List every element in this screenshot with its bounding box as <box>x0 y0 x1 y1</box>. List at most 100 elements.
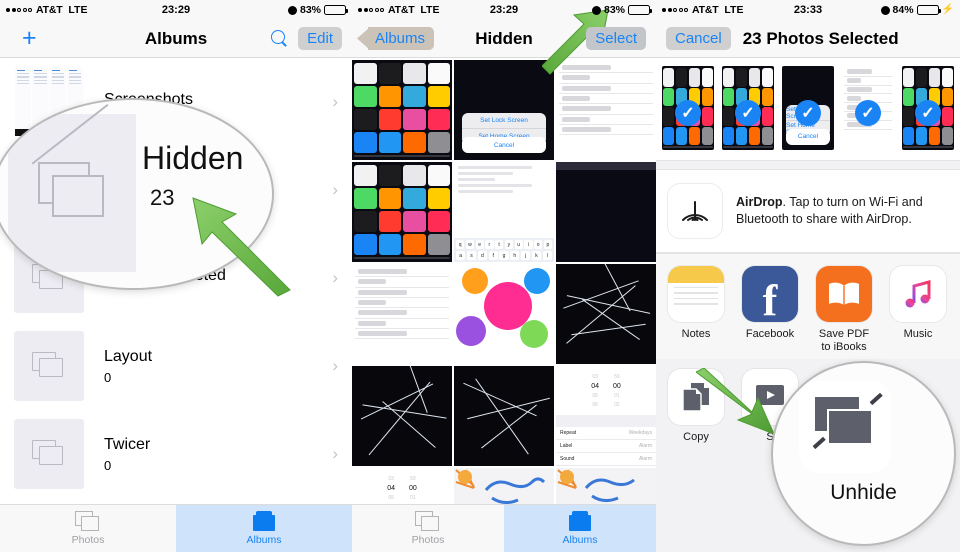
photos-icon <box>415 511 441 532</box>
status-bar-2: AT&T LTE 23:29 83% <box>352 0 656 20</box>
nav-right-group-2: Select <box>586 27 646 50</box>
share-app-notes[interactable]: Notes <box>666 266 726 353</box>
check-icon: ✓ <box>915 100 941 127</box>
check-icon: ✓ <box>795 100 821 127</box>
dark-wallpaper-shot <box>556 162 656 262</box>
photo-thumbnail[interactable]: qwertyuiop asdfghjkl <box>454 162 554 262</box>
share-app-music[interactable]: Music <box>888 266 948 353</box>
selected-thumbnail[interactable]: ✓ <box>902 66 954 150</box>
album-name: Twicer <box>104 435 151 453</box>
selected-thumbnail[interactable]: ✓ <box>722 66 774 150</box>
tab-photos[interactable]: Photos <box>352 505 504 552</box>
panel-share-sheet: AT&T LTE 23:33 84% ⚡ Cancel 23 Photos Se… <box>656 0 960 552</box>
alarm-icon <box>591 5 601 15</box>
magnified-action-icon <box>799 381 891 473</box>
airdrop-text: AirDrop. Tap to turn on Wi-Fi and Blueto… <box>736 194 948 228</box>
home-screen-shot <box>352 60 452 160</box>
search-icon[interactable] <box>271 30 288 47</box>
chevron-right-icon: › <box>332 356 338 375</box>
share-app-facebook[interactable]: f Facebook <box>740 266 800 353</box>
airdrop-bold-label: AirDrop <box>736 195 783 210</box>
selected-thumbnail[interactable]: ✓ <box>842 66 894 150</box>
status-right-3: 84% ⚡ <box>880 4 954 16</box>
notes-icon <box>668 266 724 322</box>
cancel-button[interactable]: Cancel <box>666 27 731 50</box>
photo-thumbnail[interactable] <box>352 60 452 160</box>
hidden-album-icon <box>31 103 110 220</box>
album-count: 0 <box>104 457 112 473</box>
back-button-albums[interactable]: Albums <box>368 27 435 50</box>
magnifier-unhide-action: Unhide <box>771 361 956 546</box>
plus-icon[interactable]: + <box>22 26 37 51</box>
selected-thumbnail[interactable]: Set Lock ScreenSet Home ScreenCancel ✓ <box>782 66 834 150</box>
charging-bolt-icon: ⚡ <box>941 4 954 15</box>
photo-thumbnail[interactable]: 0304050659000102 RepeatWeekdays LabelAla… <box>556 366 656 466</box>
bubbles-shot <box>454 264 554 364</box>
photo-thumbnail[interactable] <box>556 162 656 262</box>
action-copy[interactable]: Copy <box>666 369 726 444</box>
selection-title: 23 Photos Selected <box>742 28 899 48</box>
music-icon <box>890 266 946 322</box>
albums-icon <box>567 511 593 532</box>
tab-label: Albums <box>246 534 282 546</box>
broken-screen-shot <box>454 366 554 466</box>
app-label: Notes <box>681 328 711 340</box>
tab-albums[interactable]: Albums <box>176 505 352 552</box>
share-app-ibooks[interactable]: Save PDF to iBooks <box>814 266 874 353</box>
nav-bar-albums: + Albums Edit <box>0 20 352 58</box>
photo-thumbnail[interactable] <box>454 264 554 364</box>
battery-percent-label: 83% <box>299 4 321 16</box>
battery-icon <box>628 5 652 15</box>
select-button[interactable]: Select <box>586 27 646 50</box>
magnifier-hidden-album: Hidden 23 <box>0 98 274 290</box>
chevron-right-icon: › <box>332 92 338 111</box>
nav-bar-hidden: Albums Hidden Select <box>352 20 656 58</box>
magnified-action-label: Unhide <box>830 481 897 504</box>
album-thumbnail <box>14 331 84 401</box>
screenshot-stage: AT&T LTE 23:29 83% + Albums Edit › › › L… <box>0 0 960 552</box>
tab-bar-1: Photos Albums <box>0 504 352 552</box>
copy-icon <box>668 369 724 426</box>
settings-list-shot <box>352 264 452 364</box>
album-texts: Twicer 0 <box>104 436 150 473</box>
alarm-icon <box>287 5 297 15</box>
home-screen-alert-shot: Set Lock Screen Set Home Screen Cancel <box>454 60 554 160</box>
battery-percent-label: 83% <box>603 4 625 16</box>
edit-button[interactable]: Edit <box>298 27 342 50</box>
panel-hidden-album: AT&T LTE 23:29 83% Albums Hidden Select <box>352 0 656 552</box>
photo-thumbnail[interactable] <box>352 162 452 262</box>
photo-thumbnail[interactable] <box>454 366 554 466</box>
battery-icon <box>324 5 348 15</box>
action-label: Copy <box>683 431 709 444</box>
tab-photos[interactable]: Photos <box>0 505 176 552</box>
album-thumbnail <box>14 419 84 489</box>
tab-label: Photos <box>411 534 445 546</box>
album-name: Layout <box>104 347 153 365</box>
album-count: 0 <box>104 369 112 385</box>
magnified-album-thumbnail <box>8 103 136 272</box>
album-stack-icon <box>32 352 66 380</box>
list-item[interactable]: Layout 0 › <box>0 322 352 410</box>
alarm-settings-shot: 0304050659000102 RepeatWeekdays LabelAla… <box>556 366 656 466</box>
ibooks-icon <box>816 266 872 322</box>
status-right-1: 83% <box>287 4 348 16</box>
photo-grid: Set Lock Screen Set Home Screen Cancel q… <box>352 58 656 552</box>
magnified-album-count: 23 <box>150 185 175 210</box>
broken-screen-shot <box>352 366 452 466</box>
photo-thumbnail[interactable] <box>556 264 656 364</box>
tab-bar-2: Photos Albums <box>352 504 656 552</box>
tab-albums[interactable]: Albums <box>504 505 656 552</box>
action-sheet-overlay: Set Lock Screen Set Home Screen Cancel <box>456 69 552 157</box>
magnified-album-name: Hidden <box>142 140 244 176</box>
settings-list-shot <box>556 60 656 160</box>
selected-thumbnail[interactable]: ✓ <box>662 66 714 150</box>
photo-thumbnail[interactable] <box>556 60 656 160</box>
photo-thumbnail[interactable]: Set Lock Screen Set Home Screen Cancel <box>454 60 554 160</box>
list-item[interactable]: Twicer 0 › <box>0 410 352 498</box>
selected-thumbnails-strip: ✓ ✓ Set Set Cancel ✓ ✓ ✓ <box>656 58 960 161</box>
photo-thumbnail[interactable] <box>352 264 452 364</box>
photo-thumbnail[interactable] <box>352 366 452 466</box>
chevron-right-icon: › <box>332 268 338 287</box>
share-app-row: Notes f Facebook Save PDF to iBooks Musi… <box>656 253 960 360</box>
airdrop-section[interactable]: AirDrop. Tap to turn on Wi-Fi and Blueto… <box>656 169 960 253</box>
